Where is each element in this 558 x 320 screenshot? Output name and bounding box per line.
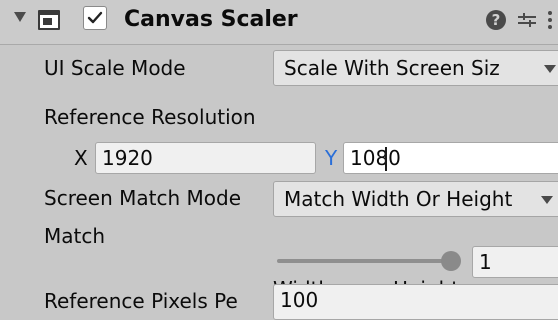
match-slider-thumb[interactable] bbox=[441, 251, 461, 271]
ui-scale-mode-dropdown[interactable]: Scale With Screen Siz bbox=[273, 50, 558, 86]
match-value: 1 bbox=[479, 250, 492, 274]
more-menu-icon[interactable] bbox=[544, 8, 556, 36]
y-axis-label[interactable]: Y bbox=[325, 145, 337, 171]
component-header[interactable]: Canvas Scaler ? bbox=[0, 0, 558, 45]
reference-pixels-per-unit-value: 100 bbox=[280, 288, 319, 312]
component-title: Canvas Scaler bbox=[124, 7, 298, 32]
enable-checkbox[interactable] bbox=[83, 6, 107, 30]
reference-pixels-per-unit-field[interactable]: 100 bbox=[273, 284, 558, 320]
screen-match-mode-value: Match Width Or Height bbox=[284, 187, 513, 211]
reference-resolution-label: Reference Resolution bbox=[44, 105, 256, 129]
help-icon[interactable]: ? bbox=[484, 8, 508, 36]
reference-resolution-x-value: 1920 bbox=[102, 146, 153, 170]
ui-scale-mode-value: Scale With Screen Siz bbox=[284, 56, 500, 80]
match-slider-track[interactable] bbox=[277, 259, 457, 263]
chevron-down-icon bbox=[541, 196, 553, 204]
reference-pixels-per-unit-label: Reference Pixels Pe bbox=[44, 289, 238, 313]
checkbox-check-icon bbox=[87, 11, 103, 24]
match-value-field[interactable]: 1 bbox=[472, 246, 558, 278]
presets-icon[interactable] bbox=[515, 8, 539, 36]
chevron-down-icon bbox=[544, 65, 556, 73]
svg-text:?: ? bbox=[492, 11, 501, 29]
foldout-arrow-icon[interactable] bbox=[14, 12, 26, 22]
screen-match-mode-dropdown[interactable]: Match Width Or Height bbox=[273, 181, 558, 217]
ui-scale-mode-label: UI Scale Mode bbox=[44, 56, 186, 80]
screen-match-mode-label: Screen Match Mode bbox=[44, 186, 241, 210]
match-label: Match bbox=[44, 224, 106, 248]
text-caret bbox=[385, 147, 387, 171]
reference-resolution-y-value: 1080 bbox=[350, 146, 401, 170]
reference-resolution-x-field[interactable]: 1920 bbox=[95, 142, 316, 174]
reference-resolution-y-field[interactable]: 1080 bbox=[343, 142, 558, 174]
x-axis-label[interactable]: X bbox=[74, 145, 88, 171]
component-icon bbox=[37, 8, 61, 32]
